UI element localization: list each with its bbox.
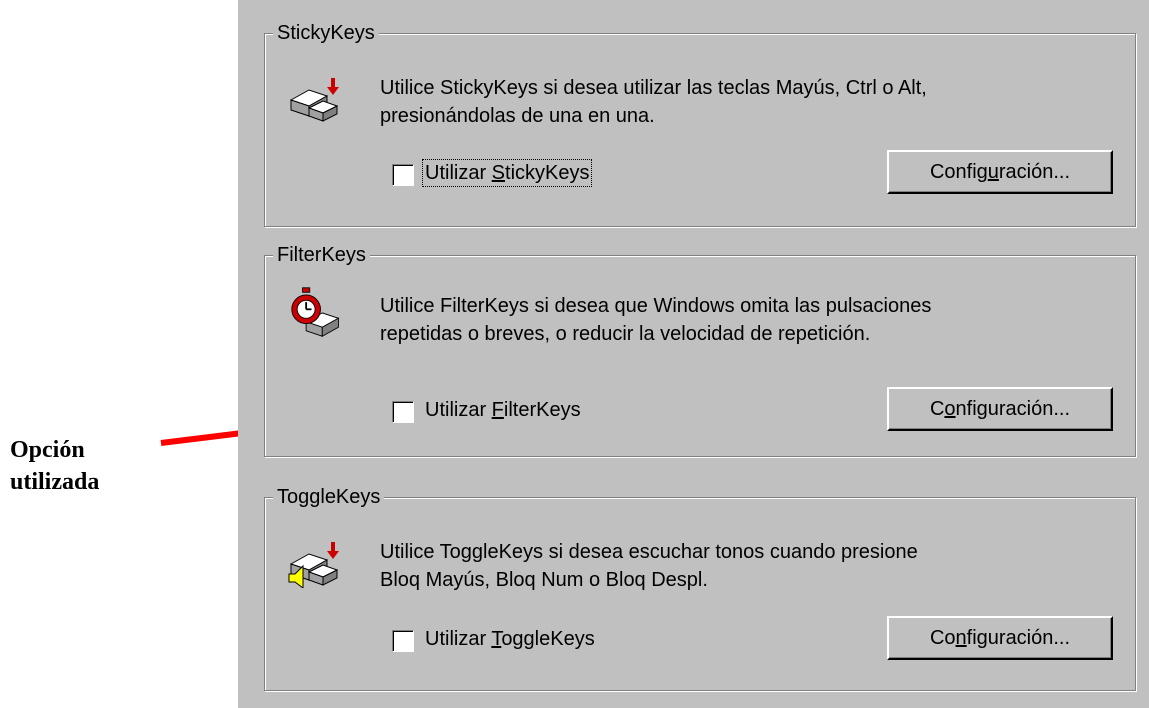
filterkeys-group: FilterKeys Utilice FilterKeys si desea q… [264,241,1136,457]
togglekeys-group: ToggleKeys Utilice ToggleKeys si desea e… [264,483,1136,691]
button-access-key: n [955,626,967,649]
stickykeys-checkbox[interactable] [392,164,414,186]
stickykeys-description-line-1: Utilice StickyKeys si desea utilizar las… [380,77,927,99]
button-text: C [929,397,945,420]
label-text: oggleKeys [501,628,595,650]
togglekeys-description: Utilice ToggleKeys si desea escuchar ton… [380,538,1120,594]
button-access-key: o [944,397,956,420]
label-text: Utilizar [425,628,492,650]
stickykeys-settings-button[interactable]: Configuración... [887,150,1113,194]
stickykeys-legend: StickyKeys [273,19,379,47]
button-text: nfiguración... [955,397,1071,420]
filterkeys-description-line-2: repetidas o breves, o reducir la velocid… [380,323,871,345]
stickykeys-group: StickyKeys Utilice StickyKeys si desea u… [264,19,1136,227]
label-access-key: S [491,162,506,184]
stopwatch-key-icon [291,287,340,337]
filterkeys-checkbox[interactable] [392,401,414,423]
togglekeys-settings-button[interactable]: Configuración... [887,616,1113,660]
togglekeys-checkbox-label[interactable]: Utilizar ToggleKeys [423,626,597,652]
filterkeys-settings-button[interactable]: Configuración... [887,387,1113,431]
togglekeys-description-line-2: Bloq Mayús, Bloq Num o Bloq Despl. [380,569,708,591]
button-text: Config [929,160,988,183]
annotation-line-2: utilizada [10,469,100,495]
button-access-key: u [987,160,999,183]
label-access-key: T [491,628,502,650]
togglekeys-legend: ToggleKeys [273,483,385,511]
label-text: Utilizar [425,399,492,421]
togglekeys-description-line-1: Utilice ToggleKeys si desea escuchar ton… [380,541,918,563]
filterkeys-legend: FilterKeys [273,241,370,269]
stickykeys-description: Utilice StickyKeys si desea utilizar las… [380,74,1120,130]
accessibility-keyboard-dialog: StickyKeys Utilice StickyKeys si desea u… [238,0,1149,708]
label-text: Utilizar [425,162,492,184]
keyboard-keys-arrow-icon [289,78,339,122]
filterkeys-description-line-1: Utilice FilterKeys si desea que Windows … [380,295,932,317]
label-text: tickyKeys [505,162,590,184]
keyboard-speaker-icon [288,542,339,588]
stickykeys-description-line-2: presionándolas de una en una. [380,105,655,127]
stickykeys-checkbox-label[interactable]: Utilizar StickyKeys [421,159,593,187]
filterkeys-checkbox-label[interactable]: Utilizar FilterKeys [423,397,583,423]
button-text: figuración... [966,626,1071,649]
label-access-key: F [491,399,504,421]
togglekeys-checkbox[interactable] [392,630,414,652]
filterkeys-description: Utilice FilterKeys si desea que Windows … [380,292,1120,348]
button-text: ración... [998,160,1071,183]
button-text: Co [929,626,956,649]
label-text: ilterKeys [503,399,581,421]
